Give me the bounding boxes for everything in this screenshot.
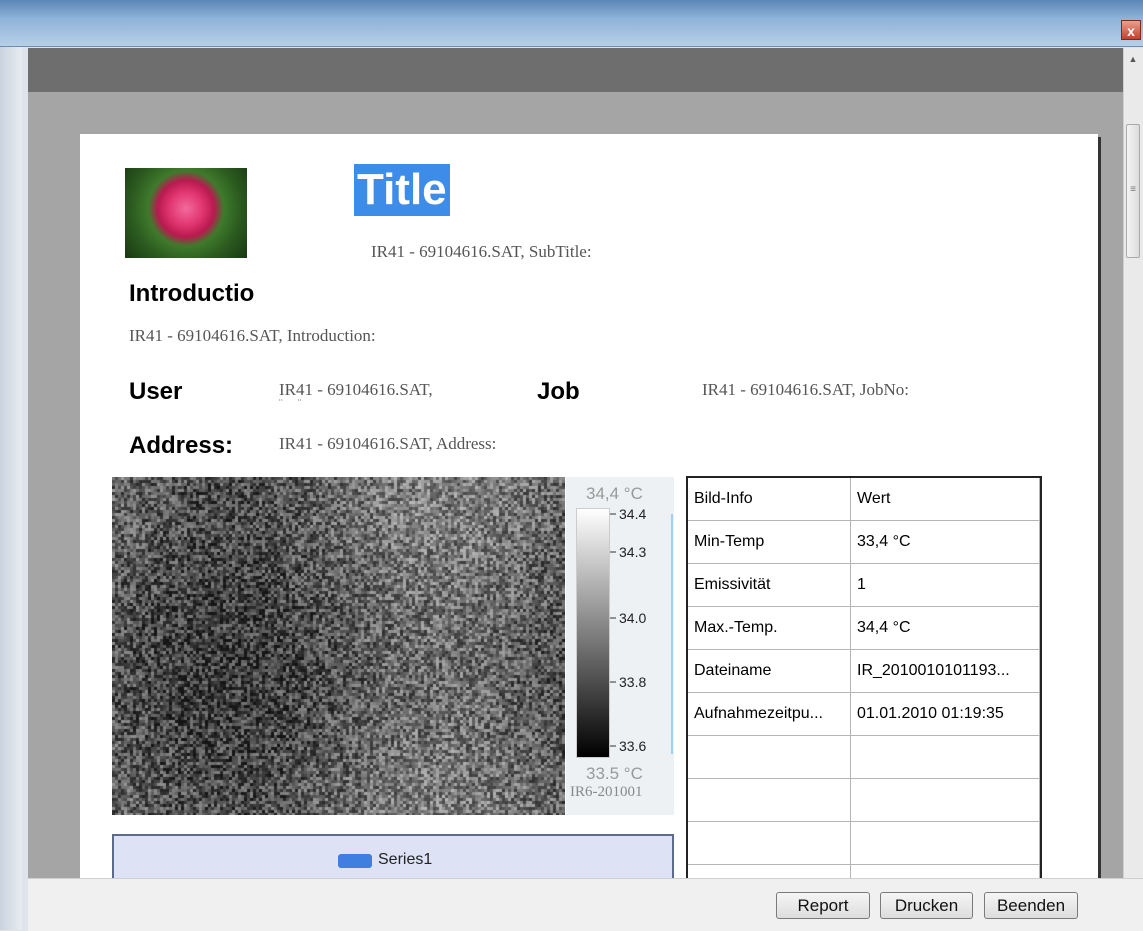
table-row: Emissivität 1 <box>688 563 1040 607</box>
info-value-cell: 1 <box>850 563 1040 607</box>
report-subtitle: IR41 - 69104616.SAT, SubTitle: <box>371 242 592 261</box>
scale-tick-label: 33.8 <box>619 674 646 690</box>
report-title[interactable]: Title <box>354 164 450 216</box>
info-value-cell: 34,4 °C <box>850 606 1040 650</box>
info-key-cell: Dateiname <box>688 649 851 693</box>
close-icon: x <box>1127 23 1135 39</box>
legend-series-label: Series1 <box>378 851 433 868</box>
info-key-cell: Bild-Info <box>688 478 851 521</box>
scale-tick-label: 34.3 <box>619 544 646 560</box>
report-button[interactable]: Report <box>776 892 870 919</box>
info-key-cell <box>688 821 851 865</box>
vertical-scrollbar[interactable]: ▲ ≡ ▼ <box>1123 48 1143 910</box>
report-page: Title IR41 - 69104616.SAT, SubTitle: Int… <box>80 134 1098 878</box>
scale-min-label: 33.5 °C <box>586 764 643 783</box>
scroll-up-icon[interactable]: ▲ <box>1124 54 1142 66</box>
info-value-cell <box>850 821 1040 865</box>
info-key-cell <box>688 864 851 878</box>
info-value-cell <box>850 735 1040 779</box>
thermal-image <box>112 477 565 815</box>
table-row: Aufnahmezeitpu... 01.01.2010 01:19:35 <box>688 692 1040 736</box>
scale-ticks: 34.4 34.3 34.0 33.8 33.6 <box>610 508 646 754</box>
table-row: Max.-Temp. 34,4 °C <box>688 606 1040 650</box>
user-value: IR41 - 69104616.SAT, <box>279 380 433 399</box>
table-row: Dateiname IR_2010010101193... <box>688 649 1040 693</box>
user-label: User <box>129 378 183 405</box>
scale-tick-label: 34.4 <box>619 508 646 522</box>
preview-toolbar <box>28 48 1123 92</box>
info-value-cell: 33,4 °C <box>850 520 1040 564</box>
table-row <box>688 821 1040 865</box>
address-label: Address: <box>129 432 234 459</box>
scale-slider[interactable] <box>671 514 673 754</box>
close-button[interactable]: x <box>1121 20 1141 40</box>
scale-tick-label: 33.6 <box>619 738 646 754</box>
image-info-table: Bild-Info Wert Min-Temp 33,4 °C Emissivität 1… <box>686 476 1042 878</box>
scale-max-label: 34,4 °C <box>586 484 643 503</box>
rose-logo-image <box>125 168 247 258</box>
info-value-cell <box>850 864 1040 878</box>
info-value-cell <box>850 778 1040 822</box>
table-row <box>688 735 1040 779</box>
user-value-overflow: ¨ ¨ <box>279 398 308 410</box>
scrollbar-thumb[interactable]: ≡ <box>1126 124 1140 258</box>
info-key-cell: Emissivität <box>688 563 851 607</box>
introduction-value: IR41 - 69104616.SAT, Introduction: <box>129 326 376 345</box>
dialog-button-bar <box>28 878 1143 931</box>
background-window-edge <box>0 0 22 930</box>
table-row <box>688 864 1040 878</box>
table-header-row: Bild-Info Wert <box>688 478 1040 521</box>
info-value-cell: IR_2010010101193... <box>850 649 1040 693</box>
scale-file-label: IR6-201001 <box>570 784 643 800</box>
info-key-cell <box>688 735 851 779</box>
legend-swatch <box>338 854 372 868</box>
scale-tick-label: 34.0 <box>619 610 646 626</box>
address-value: IR41 - 69104616.SAT, Address: <box>279 434 497 453</box>
table-row <box>688 778 1040 822</box>
info-value-cell: Wert <box>850 478 1040 521</box>
window-titlebar[interactable] <box>0 0 1143 47</box>
info-key-cell: Min-Temp <box>688 520 851 564</box>
print-button[interactable]: Drucken <box>880 892 973 919</box>
table-row: Min-Temp 33,4 °C <box>688 520 1040 564</box>
info-key-cell: Max.-Temp. <box>688 606 851 650</box>
info-key-cell <box>688 778 851 822</box>
introduction-heading: Introductio <box>129 280 255 307</box>
exit-button[interactable]: Beenden <box>984 892 1078 919</box>
color-scale-bar <box>576 508 610 758</box>
info-value-cell: 01.01.2010 01:19:35 <box>850 692 1040 736</box>
info-key-cell: Aufnahmezeitpu... <box>688 692 851 736</box>
job-value: IR41 - 69104616.SAT, JobNo: <box>702 380 909 399</box>
job-label: Job <box>537 378 580 405</box>
